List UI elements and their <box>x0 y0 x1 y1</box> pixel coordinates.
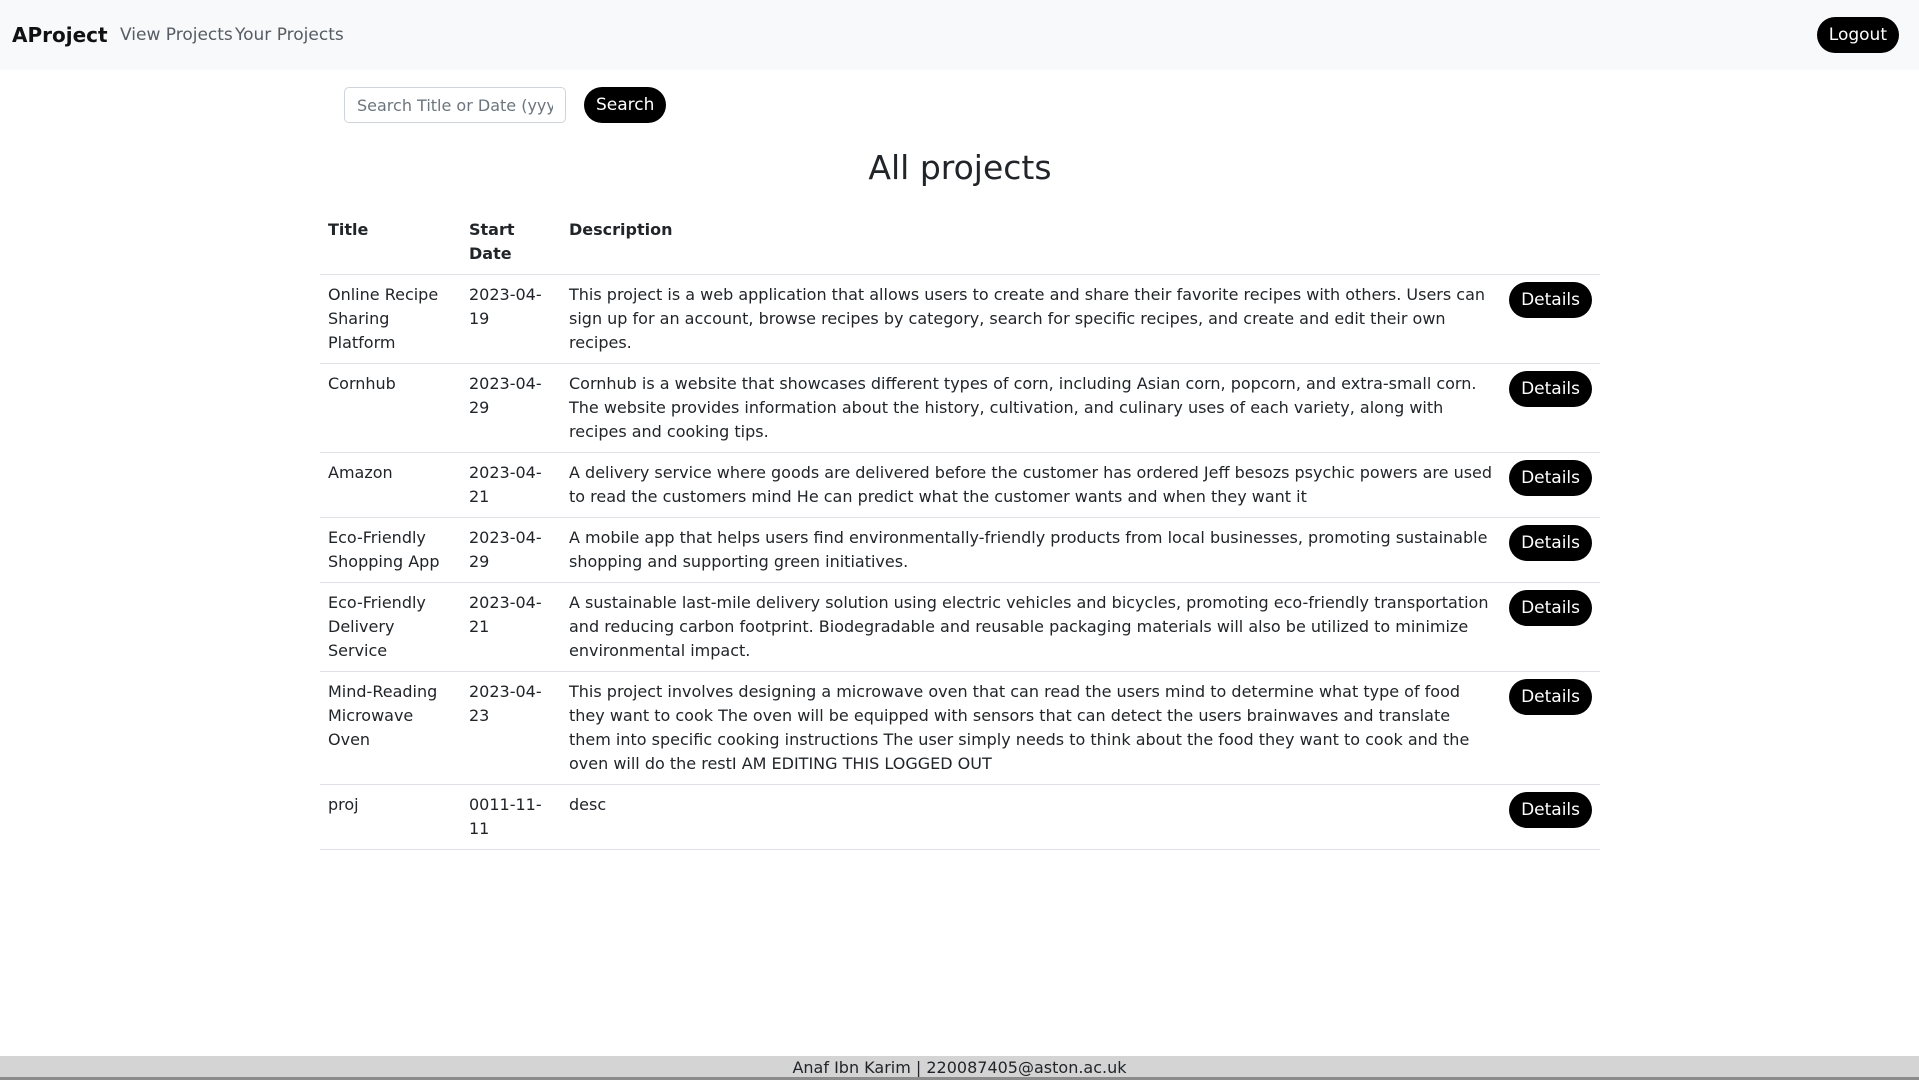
page-title: All projects <box>868 148 1052 187</box>
table-body: Online Recipe Sharing Platform 2023-04-1… <box>320 274 1600 850</box>
table-row: Online Recipe Sharing Platform 2023-04-1… <box>320 274 1600 364</box>
cell-title: Eco-Friendly Delivery Service <box>320 582 461 672</box>
table-row: proj 0011-11-11 desc Details <box>320 784 1600 850</box>
cell-title: Cornhub <box>320 363 461 453</box>
table-row: Amazon 2023-04-21 A delivery service whe… <box>320 452 1600 518</box>
cell-action: Details <box>1501 582 1600 672</box>
cell-title: Eco-Friendly Shopping App <box>320 517 461 583</box>
nav-link-view-projects[interactable]: View Projects <box>120 24 233 46</box>
details-button[interactable]: Details <box>1509 460 1592 496</box>
nav-link-your-projects[interactable]: Your Projects <box>235 24 344 46</box>
search-button[interactable]: Search <box>584 87 667 123</box>
cell-description: Cornhub is a website that showcases diff… <box>561 363 1502 453</box>
details-button[interactable]: Details <box>1509 371 1592 407</box>
cell-action: Details <box>1501 452 1600 518</box>
cell-start-date: 2023-04-21 <box>461 452 561 518</box>
brand-link[interactable]: AProject <box>12 22 108 48</box>
cell-start-date: 2023-04-29 <box>461 517 561 583</box>
cell-action: Details <box>1501 784 1600 850</box>
cell-description: A delivery service where goods are deliv… <box>561 452 1502 518</box>
navbar: AProject View Projects Your Projects Log… <box>0 0 1919 70</box>
table-row: Eco-Friendly Delivery Service 2023-04-21… <box>320 582 1600 672</box>
cell-action: Details <box>1501 517 1600 583</box>
footer: Anaf Ibn Karim | 220087405@aston.ac.uk <box>0 1056 1919 1080</box>
column-header-title: Title <box>320 210 461 275</box>
cell-action: Details <box>1501 363 1600 453</box>
table-header: Title Start Date Description <box>320 210 1600 275</box>
cell-title: Online Recipe Sharing Platform <box>320 274 461 364</box>
cell-title: proj <box>320 784 461 850</box>
cell-title: Mind-Reading Microwave Oven <box>320 671 461 785</box>
table-row: Eco-Friendly Shopping App 2023-04-29 A m… <box>320 517 1600 583</box>
cell-description: This project is a web application that a… <box>561 274 1502 364</box>
cell-start-date: 2023-04-19 <box>461 274 561 364</box>
logout-button[interactable]: Logout <box>1816 17 1899 53</box>
cell-action: Details <box>1501 671 1600 785</box>
cell-start-date: 2023-04-21 <box>461 582 561 672</box>
cell-title: Amazon <box>320 452 461 518</box>
cell-start-date: 2023-04-23 <box>461 671 561 785</box>
search-input[interactable] <box>344 87 566 123</box>
cell-start-date: 2023-04-29 <box>461 363 561 453</box>
column-header-start-date: Start Date <box>461 210 561 275</box>
details-button[interactable]: Details <box>1509 679 1592 715</box>
cell-action: Details <box>1501 274 1600 364</box>
cell-description: desc <box>561 784 1502 850</box>
column-header-action <box>1501 210 1600 275</box>
table-row: Cornhub 2023-04-29 Cornhub is a website … <box>320 363 1600 453</box>
details-button[interactable]: Details <box>1509 282 1592 318</box>
projects-table: Title Start Date Description Online Reci… <box>320 210 1600 850</box>
cell-start-date: 0011-11-11 <box>461 784 561 850</box>
cell-description: This project involves designing a microw… <box>561 671 1502 785</box>
details-button[interactable]: Details <box>1509 590 1592 626</box>
cell-description: A mobile app that helps users find envir… <box>561 517 1502 583</box>
cell-description: A sustainable last-mile delivery solutio… <box>561 582 1502 672</box>
details-button[interactable]: Details <box>1509 792 1592 828</box>
details-button[interactable]: Details <box>1509 525 1592 561</box>
table-row: Mind-Reading Microwave Oven 2023-04-23 T… <box>320 671 1600 785</box>
column-header-description: Description <box>561 210 1502 275</box>
table-header-row: Title Start Date Description <box>320 210 1600 275</box>
